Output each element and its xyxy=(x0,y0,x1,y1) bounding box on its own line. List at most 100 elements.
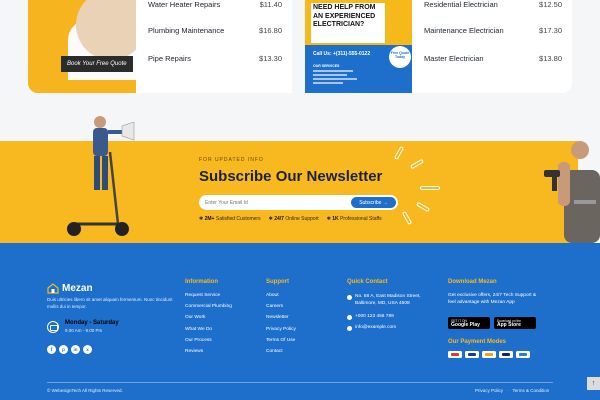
email-row[interactable]: info@example.com xyxy=(347,325,442,336)
price-row: Master Electrician $13.80 xyxy=(424,51,562,65)
card-icon xyxy=(499,351,513,358)
newsletter-stats: ✱ 2M+ Satisfied Customers ✱ 24/7 Online … xyxy=(199,216,382,222)
service-price: $11.40 xyxy=(259,0,282,9)
service-price: $13.30 xyxy=(259,53,282,63)
google-play-badge[interactable]: GET IT ON Google Play xyxy=(448,317,490,329)
privacy-link[interactable]: Privacy Policy xyxy=(475,388,503,393)
quick-contact-list: No. 58 A, East Madison Street, Baltimore,… xyxy=(347,294,442,336)
information-links: Request Service Commercial Plumbing Our … xyxy=(185,293,232,360)
address-line: No. 58 A, East Madison Street, xyxy=(355,294,421,299)
stat-item: ✱ 1K Professional Staffs xyxy=(326,216,382,222)
price-row: Plumbing Maintenance $16.80 xyxy=(148,23,282,37)
footer-link[interactable]: Our Work xyxy=(185,315,232,326)
footer-divider xyxy=(47,382,553,383)
information-heading: Information xyxy=(185,279,218,285)
worker-with-drill-illustration xyxy=(544,141,600,243)
house-icon xyxy=(47,283,59,294)
footer-link[interactable]: Request Service xyxy=(185,293,232,304)
flyer-title: NEED HELP FROM AN EXPERIENCED ELECTRICIA… xyxy=(313,4,376,28)
email-input[interactable] xyxy=(205,195,335,210)
stat-item: ✱ 24/7 Online Support xyxy=(268,216,319,222)
legal-links: Privacy Policy · Terms & Condition xyxy=(475,388,549,393)
footer-link[interactable]: Terms Of Use xyxy=(266,338,296,349)
business-hours: Monday - Saturday 9.00 Am - 9.00 Pm xyxy=(47,320,119,333)
terms-link[interactable]: Terms & Condition xyxy=(513,388,550,393)
footer-link[interactable]: About xyxy=(266,293,296,304)
footer-link[interactable]: What We Do xyxy=(185,327,232,338)
quick-contact-heading: Quick Contact xyxy=(347,279,388,285)
footer-link[interactable]: Commercial Plumbing xyxy=(185,304,232,315)
hours-time: 9.00 Am - 9.00 Pm xyxy=(65,328,103,333)
mail-icon xyxy=(347,325,352,331)
newsletter-title: Subscribe Our Newsletter xyxy=(199,168,383,185)
phone-icon xyxy=(347,314,352,320)
star-icon: ✱ xyxy=(199,216,204,222)
service-name: Water Heater Repairs xyxy=(148,0,221,9)
pinterest-icon[interactable]: p xyxy=(59,345,68,354)
service-price: $12.50 xyxy=(539,0,562,9)
footer-logo[interactable]: Mezan xyxy=(47,283,93,294)
book-quote-button[interactable]: Book Your Free Quote xyxy=(61,56,133,72)
star-icon: ✱ xyxy=(326,216,331,222)
price-row: Maintenance Electrician $17.30 xyxy=(424,23,562,37)
social-links: f p in x xyxy=(47,345,92,354)
payment-heading: Our Payment Modes xyxy=(448,339,507,345)
footer-link[interactable]: Privacy Policy xyxy=(266,327,296,338)
flyer-phone: Call Us: +(311)-555-0122 xyxy=(313,51,371,57)
card-icon xyxy=(448,351,462,358)
plumbing-promo-card: Book Your Free Quote xyxy=(28,0,136,93)
newsletter-form: Subscribe → xyxy=(199,195,398,210)
phone-number: +000 123 456 789 xyxy=(355,314,394,319)
location-icon xyxy=(347,294,352,300)
service-price: $17.30 xyxy=(539,25,562,35)
payment-methods xyxy=(448,351,530,358)
email-address: info@example.com xyxy=(355,325,397,331)
brand-name: Mezan xyxy=(62,283,93,294)
service-price: $16.80 xyxy=(259,25,282,35)
price-row: Residential Electrician $12.50 xyxy=(424,0,562,11)
service-name: Maintenance Electrician xyxy=(424,25,504,35)
footer-link[interactable]: Our Process xyxy=(185,338,232,349)
electrician-flyer: NEED HELP FROM AN EXPERIENCED ELECTRICIA… xyxy=(305,0,412,93)
service-name: Plumbing Maintenance xyxy=(148,25,225,35)
plumbing-price-list: Water Heater Repairs $11.40 Plumbing Mai… xyxy=(136,0,292,93)
phone-row[interactable]: +000 123 456 789 xyxy=(347,314,442,325)
x-icon[interactable]: x xyxy=(83,345,92,354)
linkedin-icon[interactable]: in xyxy=(71,345,80,354)
stat-item: ✱ 2M+ Satisfied Customers xyxy=(199,216,261,222)
footer-link[interactable]: Newsletter xyxy=(266,315,296,326)
star-icon: ✱ xyxy=(268,216,273,222)
support-links: About Careers Newsletter Privacy Policy … xyxy=(266,293,296,360)
support-heading: Support xyxy=(266,279,289,285)
flyer-badge: Free Quote Today xyxy=(389,46,411,68)
brand-description: Duis ultricies libero sit amet aliquam f… xyxy=(47,297,173,309)
app-store-badges: GET IT ON Google Play Download on the App … xyxy=(448,317,536,329)
hours-days: Monday - Saturday xyxy=(65,320,119,326)
card-icon xyxy=(482,351,496,358)
app-store-badge[interactable]: Download on the App Store xyxy=(494,317,536,329)
service-name: Pipe Repairs xyxy=(148,53,191,63)
price-row: Water Heater Repairs $11.40 xyxy=(148,0,282,11)
calendar-icon xyxy=(47,320,59,333)
electrician-price-list: Residential Electrician $12.50 Maintenan… xyxy=(412,0,572,93)
footer-link[interactable]: Reviews xyxy=(185,349,232,360)
card-icon xyxy=(465,351,479,358)
decorative-shape xyxy=(420,186,440,190)
download-heading: Download Mezan xyxy=(448,279,497,285)
service-price: $13.80 xyxy=(539,53,562,63)
subscribe-button[interactable]: Subscribe → xyxy=(351,197,396,208)
flyer-services-label: OUR SERVICES xyxy=(313,64,340,68)
address-row: No. 58 A, East Madison Street, Baltimore,… xyxy=(347,294,442,314)
scroll-to-top-button[interactable]: ↑ xyxy=(587,377,600,390)
facebook-icon[interactable]: f xyxy=(47,345,56,354)
man-with-megaphone-illustration xyxy=(67,116,135,236)
legal-separator: · xyxy=(507,388,509,393)
footer-link[interactable]: Contact xyxy=(266,349,296,360)
flyer-services-lines xyxy=(313,70,363,86)
footer-link[interactable]: Careers xyxy=(266,304,296,315)
address-line: Baltimore, MD, USA 4508 xyxy=(355,300,410,306)
download-text: Get exclusive offers, 24/7 Tech Support … xyxy=(448,293,537,305)
card-icon xyxy=(516,351,530,358)
copyright: © WebesignTech All Rights Reserved. xyxy=(47,388,123,393)
page: Book Your Free Quote Water Heater Repair… xyxy=(0,0,600,400)
